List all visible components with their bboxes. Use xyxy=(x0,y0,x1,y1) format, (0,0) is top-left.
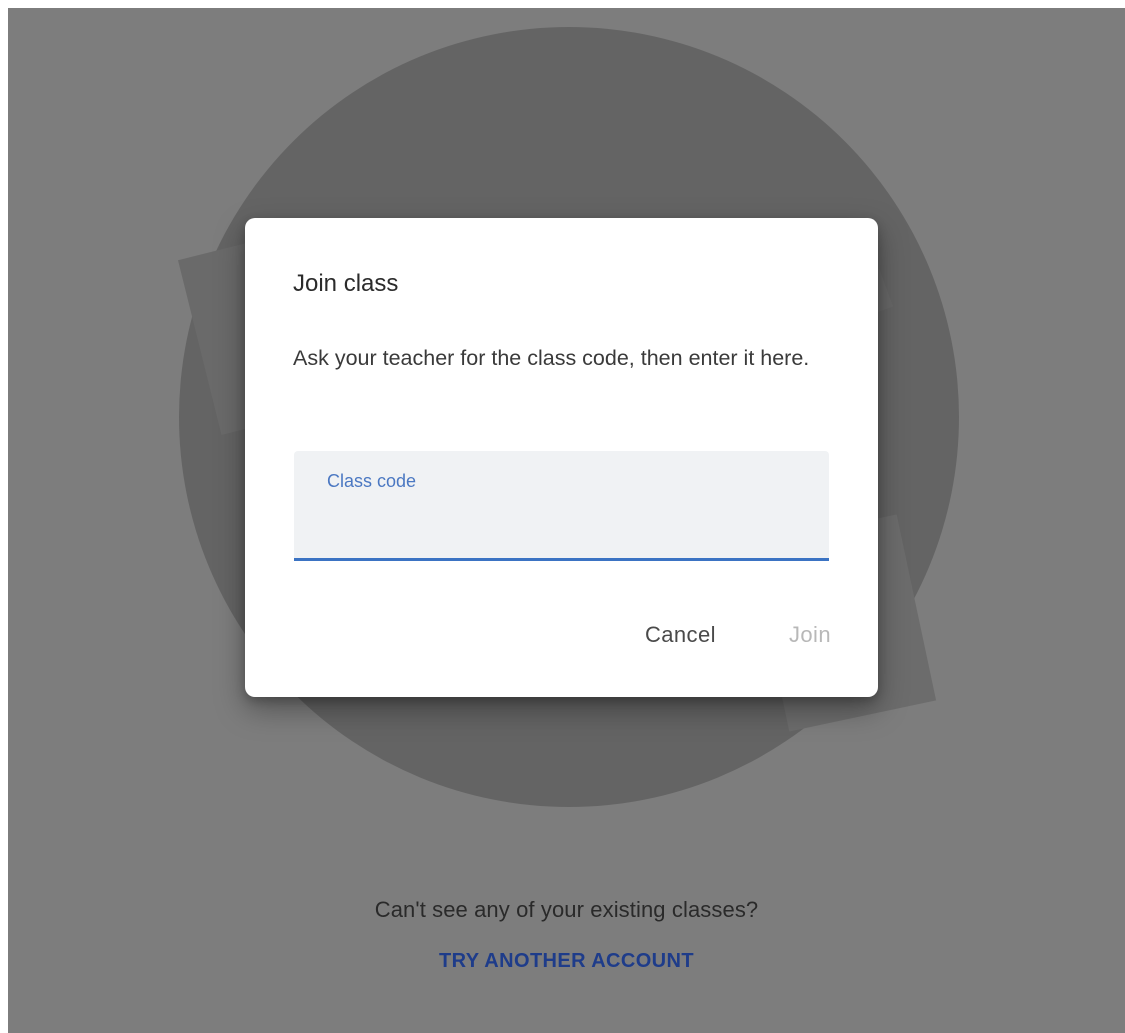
join-class-dialog: Join class Ask your teacher for the clas… xyxy=(245,218,878,697)
page: Can't see any of your existing classes? … xyxy=(8,8,1125,1033)
existing-classes-question: Can't see any of your existing classes? xyxy=(374,897,759,922)
class-code-input[interactable] xyxy=(327,501,801,543)
dialog-description: Ask your teacher for the class code, the… xyxy=(293,346,810,370)
join-button[interactable]: Join xyxy=(789,622,831,648)
dialog-title: Join class xyxy=(293,270,399,297)
cancel-button[interactable]: Cancel xyxy=(645,622,716,648)
class-code-label: Class code xyxy=(327,471,417,491)
try-another-account-link[interactable]: TRY ANOTHER ACCOUNT xyxy=(8,950,1125,973)
class-code-field[interactable]: Class code xyxy=(294,451,829,561)
